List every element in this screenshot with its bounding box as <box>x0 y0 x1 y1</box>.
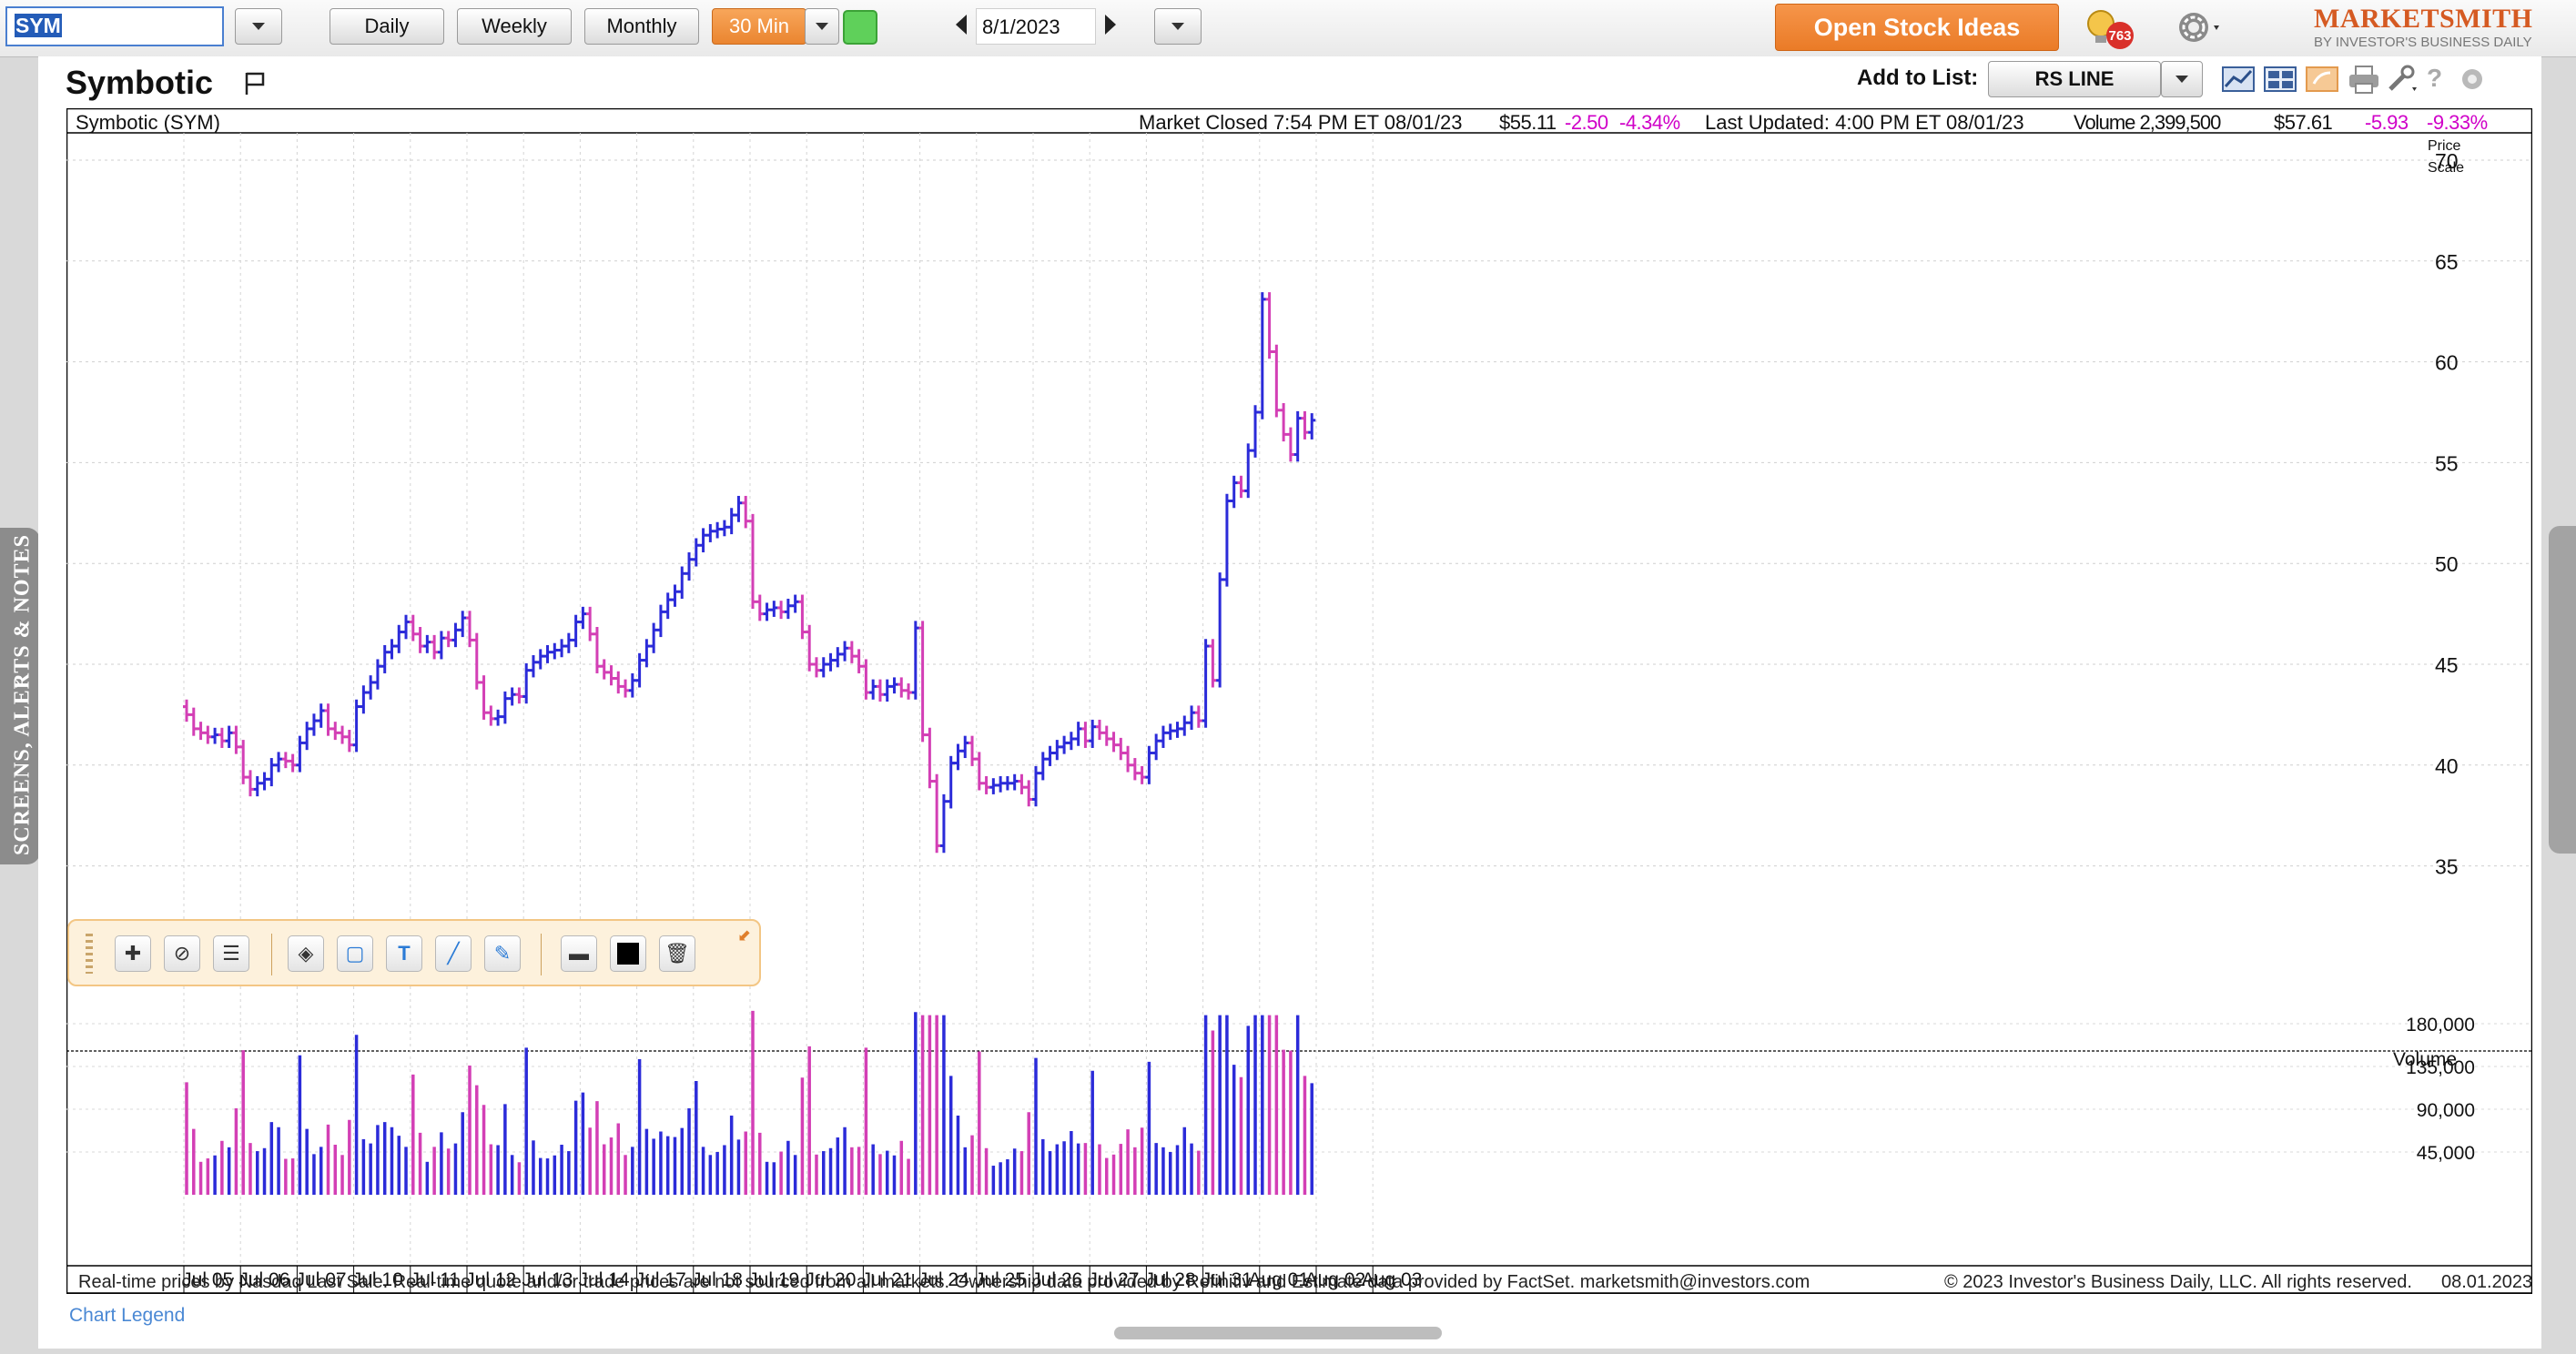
chevron-down-icon <box>816 23 828 30</box>
weekly-button[interactable]: Weekly <box>457 8 572 45</box>
layout-grid-icon[interactable] <box>2263 64 2299 95</box>
list-select[interactable]: RS LINE <box>1988 61 2161 97</box>
legend-change-pct: -4.34% <box>1619 111 1680 134</box>
monthly-button[interactable]: Monthly <box>584 8 699 45</box>
expand-chevron-icon: › <box>15 673 21 693</box>
rectangle-tool-icon[interactable]: ▢ <box>337 935 373 972</box>
open-stock-ideas-button[interactable]: Open Stock Ideas <box>1775 4 2059 51</box>
hide-drawings-icon[interactable]: ⊘ <box>164 935 200 972</box>
volume-tick-label: 180,000 <box>2406 1015 2475 1036</box>
next-date-icon[interactable] <box>1105 15 1116 35</box>
legend-change: -2.50 <box>1565 111 1608 134</box>
price-tick-label: 40 <box>2435 754 2459 778</box>
live-status-indicator[interactable] <box>843 10 877 45</box>
list-tool-icon[interactable]: ☰ <box>213 935 249 972</box>
legend-prev-price: $57.61 <box>2274 111 2333 134</box>
tools-icon[interactable] <box>2385 64 2421 95</box>
page-title: Symbotic <box>66 64 214 101</box>
price-tick-label: 35 <box>2435 855 2459 879</box>
footer-disclaimer: Real-time prices by Nasdaq Last Sale. Re… <box>78 1272 1810 1292</box>
gear-icon <box>2179 13 2219 42</box>
share-icon[interactable] <box>2305 64 2341 95</box>
notifications-button[interactable]: 763 <box>2081 5 2134 49</box>
top-toolbar: SYM Daily Weekly Monthly 30 Min 8/1/2023… <box>0 0 2576 57</box>
date-field[interactable]: 8/1/2023 <box>976 8 1096 45</box>
legend-stock-name: Symbotic (SYM) <box>76 111 220 134</box>
print-icon[interactable] <box>2347 64 2383 95</box>
price-tick-label: 60 <box>2435 351 2459 375</box>
legend-last-updated: Last Updated: 4:00 PM ET 08/01/23 <box>1705 111 2024 134</box>
trash-icon[interactable]: 🗑 <box>659 935 695 972</box>
text-tool-icon[interactable]: T <box>386 935 422 972</box>
price-tick-label: 55 <box>2435 451 2459 475</box>
volume-scale-label: Volume <box>2393 1049 2458 1070</box>
list-dropdown-button[interactable] <box>2161 61 2203 97</box>
notification-badge: 763 <box>2106 22 2134 49</box>
daily-button[interactable]: Daily <box>330 8 444 45</box>
pen-tool-icon[interactable]: ✎ <box>484 935 521 972</box>
volume-tick-label: 45,000 <box>2417 1143 2475 1164</box>
drawing-toolbar: ✚ ⊘ ☰ ◈ ▢ T ╱ ✎ ▬ 🗑 ⬋ <box>67 919 761 986</box>
right-panel-tab[interactable] <box>2549 526 2576 854</box>
prev-date-icon[interactable] <box>956 15 967 35</box>
chevron-down-icon <box>252 23 265 30</box>
chevron-down-icon <box>1171 23 1184 30</box>
toolbar-divider <box>541 934 542 975</box>
symbol-dropdown-button[interactable] <box>235 8 282 45</box>
interval-dropdown-button[interactable] <box>805 8 839 45</box>
settings-button[interactable] <box>2170 5 2228 49</box>
collapse-toolbar-icon[interactable]: ⬋ <box>737 926 751 945</box>
toolbar-divider <box>271 934 272 975</box>
footer-date: 08.01.2023 <box>2441 1272 2533 1292</box>
chart-panel: Symbotic Add to List: RS LINE ? 35 40 45 50… <box>38 56 2541 1349</box>
color-picker-icon[interactable] <box>610 935 646 972</box>
symbol-input[interactable]: SYM <box>5 6 224 46</box>
price-tick-label: 45 <box>2435 653 2459 677</box>
footer-copyright: © 2023 Investor's Business Daily, LLC. A… <box>1944 1272 2412 1292</box>
legend-prev-change: -5.93 <box>2365 111 2409 134</box>
legend-price: $55.11 <box>1499 111 1557 134</box>
fill-tool-icon[interactable]: ◈ <box>288 935 324 972</box>
flag-icon[interactable] <box>242 69 268 96</box>
sidebar-tab-label: SCREENS, ALERTS & NOTES <box>10 534 35 855</box>
drag-handle[interactable] <box>86 934 93 974</box>
interval-button[interactable]: 30 Min <box>712 8 806 45</box>
horizontal-scrollbar[interactable] <box>1114 1327 1442 1339</box>
legend-market-status: Market Closed 7:54 PM ET 08/01/23 <box>1139 111 1463 134</box>
date-dropdown-button[interactable] <box>1154 8 1202 45</box>
add-to-list-label: Add to List: <box>1857 66 1979 90</box>
price-tick-label: 65 <box>2435 250 2459 274</box>
settings-small-icon[interactable] <box>2456 64 2492 95</box>
chart-view-icon[interactable] <box>2221 64 2257 95</box>
price-tick-label: 50 <box>2435 552 2459 576</box>
legend-prev-change-pct: -9.33% <box>2427 111 2488 134</box>
line-tool-icon[interactable]: ╱ <box>435 935 472 972</box>
volume-tick-label: 90,000 <box>2417 1100 2475 1121</box>
brand-name: MARKETSMITH <box>2314 4 2533 34</box>
chart-legend-link[interactable]: Chart Legend <box>69 1305 185 1327</box>
crosshair-tool-icon[interactable]: ✚ <box>115 935 151 972</box>
price-scale-label: Price Scale <box>2428 138 2465 176</box>
chart-canvas[interactable]: 3540455055606570 180,000135,00090,00045,… <box>66 108 2532 1294</box>
chevron-down-icon <box>2175 76 2188 83</box>
line-width-icon[interactable]: ▬ <box>561 935 597 972</box>
price-chart[interactable]: 35 40 45 50 55 60 65 70 180,000 135,000 90,000 45,… <box>66 108 2532 1294</box>
brand-logo[interactable]: MARKETSMITH BY INVESTOR'S BUSINESS DAILY <box>2303 2 2576 53</box>
brand-tagline: BY INVESTOR'S BUSINESS DAILY <box>2314 35 2532 50</box>
help-icon[interactable]: ? <box>2427 64 2442 93</box>
screens-alerts-notes-tab[interactable]: SCREENS, ALERTS & NOTES › <box>0 528 40 864</box>
legend-volume: Volume 2,399,500 <box>2074 111 2221 134</box>
